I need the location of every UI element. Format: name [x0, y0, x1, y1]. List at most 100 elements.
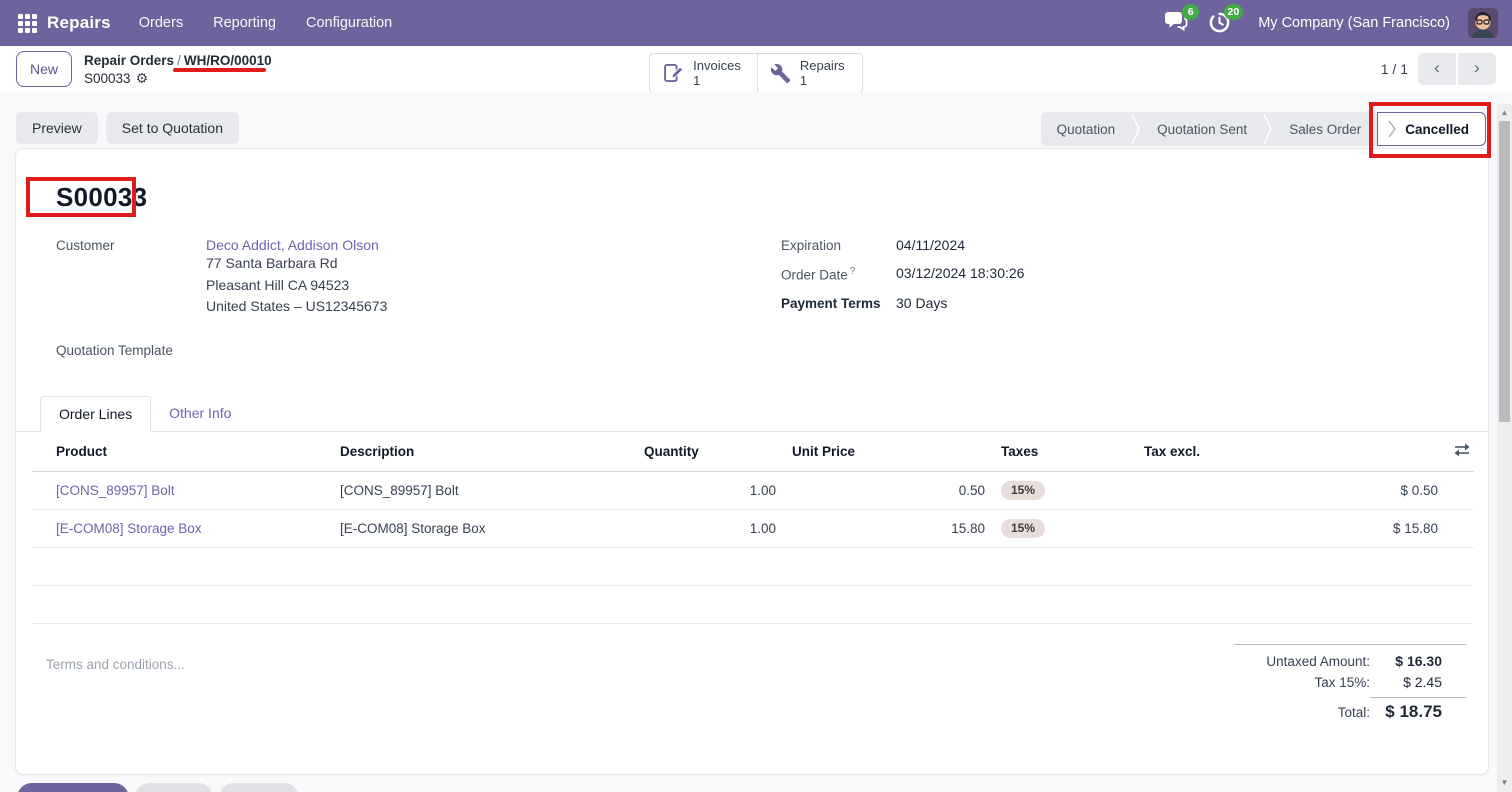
description-cell[interactable]: [CONS_89957] Bolt [332, 471, 636, 509]
messages-count-badge: 6 [1182, 4, 1199, 20]
menu-configuration[interactable]: Configuration [306, 15, 392, 31]
scrollbar-thumb[interactable] [1499, 121, 1510, 422]
breadcrumb-current[interactable]: WH/RO/00010 [184, 53, 272, 68]
record-title[interactable]: S00033 [56, 182, 1488, 213]
pager-count: 1 / 1 [1381, 61, 1408, 77]
repairs-stat-button[interactable]: Repairs 1 [757, 54, 862, 92]
chevron-right-icon [1263, 112, 1273, 146]
customer-address-line: United States – US12345673 [206, 296, 387, 318]
control-panel: New Repair Orders/WH/RO/00010 S00033 ⚙ I… [0, 46, 1512, 92]
order-lines-table: Product Description Quantity Unit Price … [32, 432, 1472, 624]
new-button[interactable]: New [16, 51, 72, 87]
column-unit-price[interactable]: Unit Price [784, 432, 993, 472]
invoices-stat-button[interactable]: Invoices 1 [650, 54, 757, 92]
pager-next-button[interactable]: › [1458, 53, 1496, 85]
content-area: Preview Set to Quotation Quotation Quota… [0, 92, 1512, 792]
sheet-bottom: Terms and conditions... Untaxed Amount: … [46, 644, 1466, 727]
order-date-field[interactable]: 03/12/2024 18:30:26 [896, 265, 1024, 283]
breadcrumb-repair-orders[interactable]: Repair Orders [84, 53, 174, 68]
quantity-cell[interactable]: 1.00 [636, 471, 784, 509]
unit-price-cell[interactable]: 15.80 [784, 509, 993, 547]
column-quantity[interactable]: Quantity [636, 432, 784, 472]
tax-badge[interactable]: 15% [1001, 519, 1045, 538]
column-product[interactable]: Product [32, 432, 332, 472]
description-cell[interactable]: [E-COM08] Storage Box [332, 509, 636, 547]
customer-address-line: 77 Santa Barbara Rd [206, 253, 387, 275]
expiration-field[interactable]: 04/11/2024 [896, 237, 965, 253]
chevron-right-icon [1131, 112, 1141, 146]
status-sales-order[interactable]: Sales Order [1273, 112, 1377, 146]
stat-label: Invoices [693, 58, 741, 73]
tax-badge[interactable]: 15% [1001, 481, 1045, 500]
page: Repairs Orders Reporting Configuration 6… [0, 0, 1512, 792]
company-switcher[interactable]: My Company (San Francisco) [1258, 15, 1450, 31]
chatter-button[interactable] [135, 783, 213, 792]
quotation-template-label: Quotation Template [56, 342, 206, 358]
empty-line[interactable] [32, 548, 1472, 586]
payment-terms-field[interactable]: 30 Days [896, 295, 947, 311]
action-row: Preview Set to Quotation Quotation Quota… [16, 112, 1486, 146]
tax-label: Tax 15%: [1314, 675, 1370, 690]
column-taxes[interactable]: Taxes [993, 432, 1136, 472]
column-description[interactable]: Description [332, 432, 636, 472]
quantity-cell[interactable]: 1.00 [636, 509, 784, 547]
untaxed-amount-label: Untaxed Amount: [1266, 654, 1370, 669]
payment-terms-label: Payment Terms [781, 295, 896, 311]
messages-icon[interactable]: 6 [1164, 11, 1190, 35]
field-grid: Customer Deco Addict, Addison Olson 77 S… [56, 237, 1448, 370]
tax-excl-cell: $ 0.50 [1136, 471, 1446, 509]
scroll-up-icon[interactable]: ▲ [1497, 106, 1512, 120]
help-icon: ? [850, 266, 856, 277]
pager-previous-button[interactable]: ‹ [1418, 53, 1456, 85]
totals-block: Untaxed Amount: $ 16.30 Tax 15%: $ 2.45 … [1234, 644, 1466, 727]
untaxed-amount-value: $ 16.30 [1370, 653, 1466, 669]
chatter-buttons [17, 783, 1512, 792]
tax-excl-cell: $ 15.80 [1136, 509, 1446, 547]
vertical-scrollbar[interactable]: ▲ ▼ [1497, 104, 1512, 792]
app-brand[interactable]: Repairs [47, 13, 111, 33]
menu-orders[interactable]: Orders [139, 15, 183, 31]
table-row[interactable]: [CONS_89957] Bolt [CONS_89957] Bolt 1.00… [32, 471, 1474, 509]
notebook-tabs: Order Lines Other Info [16, 396, 1488, 432]
column-tax-excl[interactable]: Tax excl. [1136, 432, 1446, 472]
optional-columns-icon[interactable] [1454, 443, 1470, 457]
activities-icon[interactable]: 20 [1208, 11, 1234, 35]
customer-label: Customer [56, 237, 206, 318]
unit-price-cell[interactable]: 0.50 [784, 471, 993, 509]
top-navbar: Repairs Orders Reporting Configuration 6… [0, 0, 1512, 46]
breadcrumb-record-name: S00033 [84, 71, 131, 86]
preview-button[interactable]: Preview [16, 112, 98, 144]
table-row[interactable]: [E-COM08] Storage Box [E-COM08] Storage … [32, 509, 1474, 547]
menu-reporting[interactable]: Reporting [213, 15, 276, 31]
stat-button-group: Invoices 1 Repairs 1 [649, 53, 863, 93]
user-avatar[interactable] [1468, 8, 1498, 38]
activities-count-badge: 20 [1224, 4, 1244, 20]
breadcrumb-separator: / [174, 53, 184, 68]
set-to-quotation-button[interactable]: Set to Quotation [106, 112, 239, 144]
status-bar: Quotation Quotation Sent Sales Order Can… [1041, 112, 1486, 146]
invoice-edit-icon [662, 62, 684, 84]
tab-other-info[interactable]: Other Info [151, 396, 249, 431]
pager: 1 / 1 ‹ › [1381, 53, 1496, 85]
order-date-label: Order Date? [781, 265, 896, 283]
status-quotation-sent[interactable]: Quotation Sent [1141, 112, 1263, 146]
product-link[interactable]: [E-COM08] Storage Box [56, 521, 202, 536]
chatter-button[interactable] [219, 783, 299, 792]
stat-count: 1 [693, 73, 741, 88]
table-header-row: Product Description Quantity Unit Price … [32, 432, 1474, 472]
chatter-primary-button[interactable] [17, 783, 129, 792]
status-quotation[interactable]: Quotation [1041, 112, 1132, 146]
scroll-down-icon[interactable]: ▼ [1497, 776, 1512, 790]
gear-icon[interactable]: ⚙ [136, 71, 149, 86]
apps-grid-icon[interactable] [18, 14, 37, 33]
product-link[interactable]: [CONS_89957] Bolt [56, 483, 175, 498]
tab-order-lines[interactable]: Order Lines [40, 396, 151, 432]
terms-placeholder[interactable]: Terms and conditions... [46, 644, 185, 727]
empty-line[interactable] [32, 586, 1472, 624]
customer-link[interactable]: Deco Addict, Addison Olson [206, 237, 387, 253]
chevron-right-icon [1388, 120, 1397, 138]
status-cancelled[interactable]: Cancelled [1377, 112, 1486, 146]
total-label: Total: [1338, 705, 1370, 720]
expiration-label: Expiration [781, 237, 896, 253]
navbar-right: 6 20 My Company (San Francisco) [1164, 8, 1498, 38]
